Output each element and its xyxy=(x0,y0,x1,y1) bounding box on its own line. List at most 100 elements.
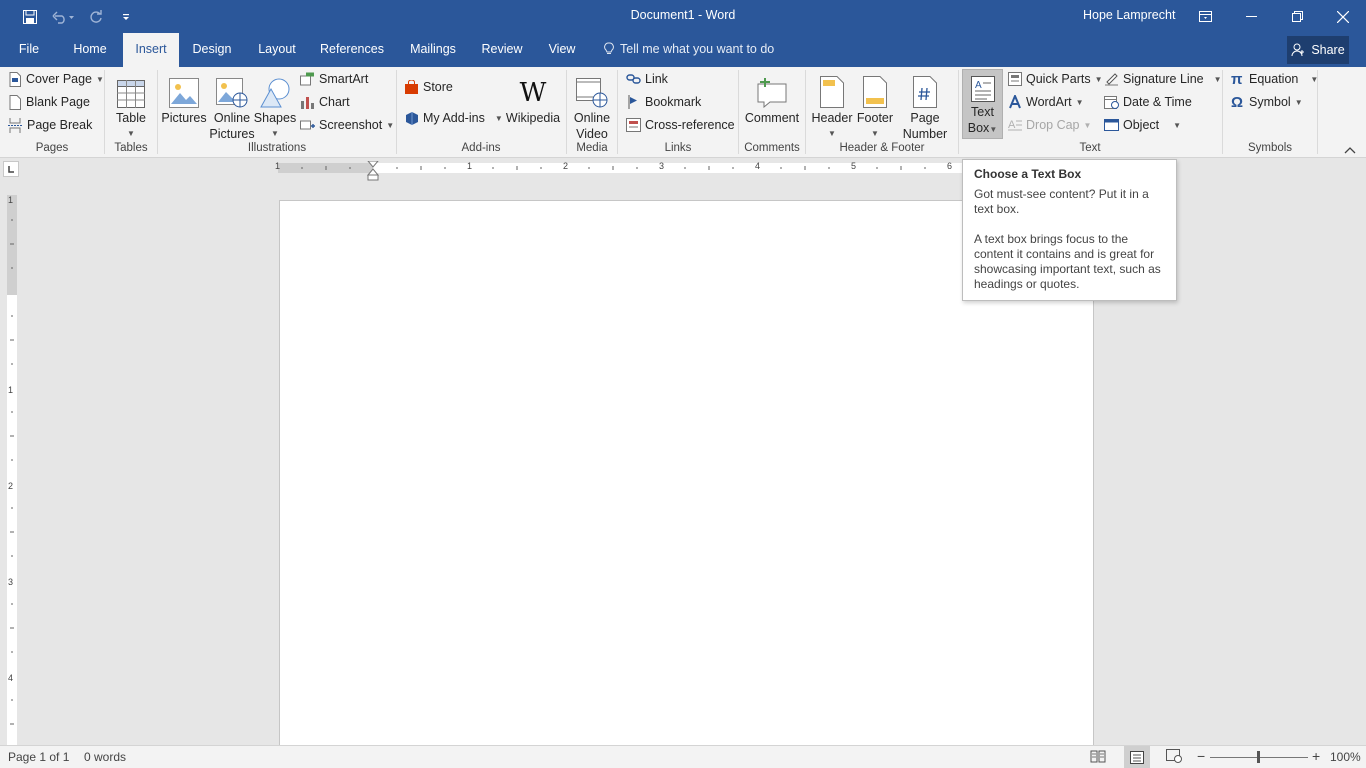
equation-label: Equation xyxy=(1249,72,1299,86)
date-time-button[interactable]: Date & Time xyxy=(1104,92,1192,112)
zoom-in-button[interactable]: + xyxy=(1312,748,1320,764)
ribbon-display-options-button[interactable] xyxy=(1182,0,1228,33)
tell-me-search[interactable]: Tell me what you want to do xyxy=(604,42,774,56)
chevron-down-icon: ▼ xyxy=(127,129,135,138)
ruler-label: 3 xyxy=(8,577,14,587)
object-button[interactable]: Object ▼ xyxy=(1104,115,1181,135)
ruler-label: 1 xyxy=(467,161,473,171)
signature-line-label: Signature Line xyxy=(1123,72,1204,86)
zoom-out-button[interactable]: − xyxy=(1197,748,1205,764)
wordart-label: WordArt xyxy=(1026,95,1072,109)
zoom-level[interactable]: 100% xyxy=(1330,750,1361,764)
chart-button[interactable]: Chart xyxy=(300,92,350,112)
tab-insert[interactable]: Insert xyxy=(123,33,179,67)
user-name[interactable]: Hope Lamprecht xyxy=(1083,8,1175,22)
web-layout-button[interactable] xyxy=(1166,749,1184,765)
read-mode-button[interactable] xyxy=(1090,749,1108,765)
tab-file[interactable]: File xyxy=(8,33,50,67)
customize-icon xyxy=(123,14,129,20)
signature-line-button[interactable]: Signature Line ▼ xyxy=(1104,69,1222,89)
smartart-button[interactable]: SmartArt xyxy=(300,69,368,89)
save-button[interactable] xyxy=(16,6,44,28)
blank-page-button[interactable]: Blank Page xyxy=(8,92,90,112)
print-layout-button[interactable] xyxy=(1124,746,1150,768)
page-number-label-line1: Page xyxy=(910,111,940,125)
tab-layout[interactable]: Layout xyxy=(250,33,304,67)
word-count-status[interactable]: 0 words xyxy=(84,750,126,764)
my-addins-button[interactable]: My Add-ins ▼ xyxy=(404,108,503,128)
collapse-ribbon-button[interactable] xyxy=(1344,143,1358,155)
screenshot-label: Screenshot xyxy=(319,118,383,132)
share-label: Share xyxy=(1311,43,1345,57)
page-break-label: Page Break xyxy=(27,118,93,132)
customize-qat-button[interactable] xyxy=(112,6,140,28)
restore-button[interactable] xyxy=(1274,0,1320,33)
tab-home[interactable]: Home xyxy=(64,33,116,67)
store-button[interactable]: Store xyxy=(404,77,453,97)
tooltip-paragraph: Got must-see content? Put it in a text b… xyxy=(974,187,1149,216)
ribbon: Cover Page ▼ Blank Page Page Break Pages… xyxy=(0,67,1366,158)
tab-selector[interactable] xyxy=(3,161,19,177)
tab-references[interactable]: References xyxy=(316,33,388,67)
redo-button[interactable] xyxy=(82,6,110,28)
tab-design[interactable]: Design xyxy=(185,33,239,67)
undo-button[interactable] xyxy=(46,6,80,28)
store-label: Store xyxy=(423,80,453,94)
status-bar: Page 1 of 1 0 words − + 100% xyxy=(0,745,1366,768)
comment-button[interactable]: Comment xyxy=(743,70,801,126)
online-video-label-line1: Online xyxy=(573,111,611,125)
online-video-icon xyxy=(576,78,608,108)
screenshot-button[interactable]: Screenshot ▼ xyxy=(300,115,394,135)
page-number-label-line2: Number xyxy=(902,127,948,141)
online-pictures-button[interactable]: Online Pictures xyxy=(209,70,255,142)
bookmark-label: Bookmark xyxy=(645,95,702,109)
chevron-up-icon xyxy=(1344,147,1356,154)
header-button[interactable]: Header ▼ xyxy=(809,70,855,142)
tab-mailings[interactable]: Mailings xyxy=(402,33,464,67)
table-label: Table xyxy=(116,111,146,125)
table-button[interactable]: Table ▼ xyxy=(110,70,152,142)
text-box-label-line2: Box▼ xyxy=(968,120,997,138)
group-label-tables: Tables xyxy=(114,142,148,154)
cover-page-button[interactable]: Cover Page ▼ xyxy=(8,69,104,89)
tab-review[interactable]: Review xyxy=(476,33,528,67)
vertical-ruler[interactable]: 1 1 2 3 4 xyxy=(7,195,17,745)
minimize-button[interactable] xyxy=(1228,0,1274,33)
text-box-button[interactable]: A Text Box▼ xyxy=(962,69,1003,139)
ruler-label: 2 xyxy=(563,161,569,171)
close-button[interactable] xyxy=(1320,0,1366,33)
header-label: Header xyxy=(811,111,853,125)
shapes-label: Shapes xyxy=(253,111,297,125)
header-icon xyxy=(820,76,844,108)
pictures-button[interactable]: Pictures xyxy=(161,70,207,126)
page-count-status[interactable]: Page 1 of 1 xyxy=(8,750,69,764)
quick-parts-button[interactable]: Quick Parts ▼ xyxy=(1008,69,1103,89)
footer-button[interactable]: Footer ▼ xyxy=(853,70,897,142)
drop-cap-button[interactable]: A Drop Cap ▼ xyxy=(1008,115,1091,135)
share-button[interactable]: Share xyxy=(1287,36,1349,64)
screenshot-icon xyxy=(300,120,315,130)
link-button[interactable]: Link xyxy=(626,69,668,89)
chevron-down-icon: ▼ xyxy=(1083,120,1092,130)
online-video-button[interactable]: Online Video xyxy=(570,70,614,142)
cross-reference-button[interactable]: Cross-reference xyxy=(626,115,735,135)
horizontal-ruler[interactable]: 1 1 2 3 4 5 6 xyxy=(275,161,968,181)
bookmark-button[interactable]: Bookmark xyxy=(626,92,701,112)
page-number-button[interactable]: Page Number xyxy=(897,70,953,142)
page-number-icon xyxy=(913,76,937,108)
quick-parts-label: Quick Parts xyxy=(1026,72,1091,86)
equation-button[interactable]: π Equation ▼ xyxy=(1231,69,1318,89)
shapes-button[interactable]: Shapes ▼ xyxy=(254,70,296,142)
redo-icon xyxy=(90,10,102,23)
date-time-label: Date & Time xyxy=(1123,95,1192,109)
zoom-slider-thumb[interactable] xyxy=(1257,751,1260,763)
ruler-label: 1 xyxy=(8,195,14,205)
online-pictures-label-line2: Pictures xyxy=(209,127,255,141)
page-break-button[interactable]: Page Break xyxy=(8,115,92,135)
symbol-button[interactable]: Ω Symbol ▼ xyxy=(1231,92,1303,112)
store-icon xyxy=(405,79,418,94)
wordart-button[interactable]: WordArt ▼ xyxy=(1008,92,1084,112)
wikipedia-button[interactable]: W Wikipedia xyxy=(505,70,561,126)
chevron-down-icon: ▼ xyxy=(1075,97,1084,107)
tab-view[interactable]: View xyxy=(540,33,584,67)
